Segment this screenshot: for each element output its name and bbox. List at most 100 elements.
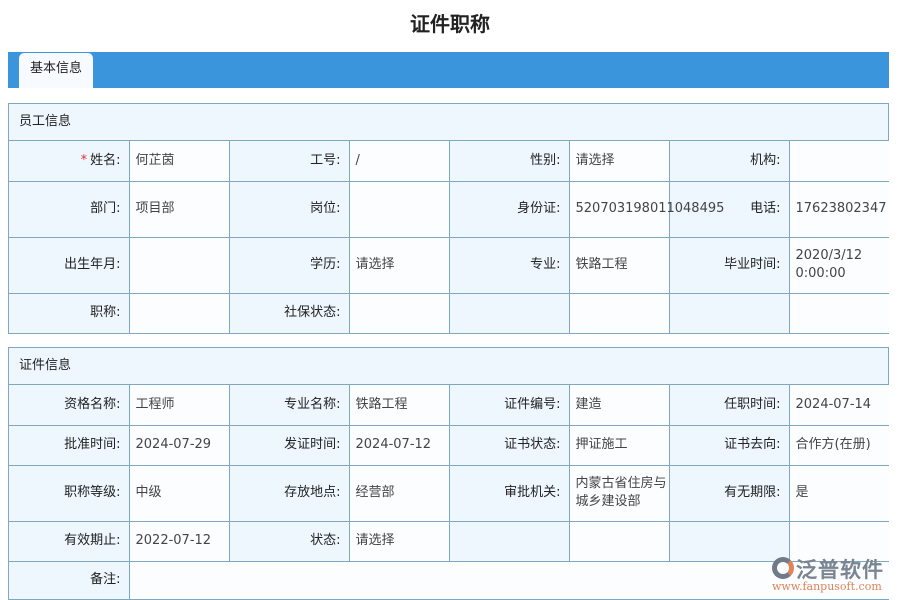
field-value[interactable]: 铁路工程 bbox=[569, 237, 669, 293]
field-label-text: 机构: bbox=[750, 153, 780, 168]
field-label: 审批机关: bbox=[449, 465, 569, 521]
field-label: 批准时间: bbox=[9, 425, 129, 465]
table-row: 资格名称:工程师 专业名称: 铁路工程 证件编号: 建造 任职时间: 2024-07-14 bbox=[9, 385, 889, 425]
field-label: 岗位: bbox=[229, 181, 349, 237]
field-label: 职称等级: bbox=[9, 465, 129, 521]
field-value[interactable]: 铁路工程 bbox=[349, 385, 449, 425]
tab-bar: 基本信息 bbox=[8, 52, 889, 88]
field-label-text: 姓名: bbox=[90, 153, 120, 168]
field-label: 有效期止: bbox=[9, 521, 129, 561]
field-label: 证件编号: bbox=[449, 385, 569, 425]
field-label-text: 社保状态: bbox=[284, 305, 340, 320]
field-label: 有无期限: bbox=[669, 465, 789, 521]
field-value[interactable]: / bbox=[349, 141, 449, 181]
field-label-text: 审批机关: bbox=[504, 485, 560, 500]
field-label: 存放地点: bbox=[229, 465, 349, 521]
field-label: 证书状态: bbox=[449, 425, 569, 465]
field-value[interactable]: 请选择 bbox=[349, 521, 449, 561]
field-label-text: 证件编号: bbox=[504, 397, 560, 412]
field-label-text: 电话: bbox=[750, 201, 780, 216]
field-value[interactable]: 工程师 bbox=[129, 385, 229, 425]
field-label-text: 证书状态: bbox=[504, 437, 560, 452]
field-label-text: 批准时间: bbox=[64, 437, 120, 452]
field-value[interactable] bbox=[349, 293, 449, 333]
field-label: 学历: bbox=[229, 237, 349, 293]
field-label bbox=[449, 293, 569, 333]
field-value[interactable]: 2024-07-12 bbox=[349, 425, 449, 465]
field-label-text: 部门: bbox=[90, 201, 120, 216]
field-label: 专业: bbox=[449, 237, 569, 293]
field-label: 出生年月: bbox=[9, 237, 129, 293]
field-label: 任职时间: bbox=[669, 385, 789, 425]
field-value[interactable] bbox=[349, 181, 449, 237]
field-value[interactable]: 内蒙古省住房与城乡建设部 bbox=[569, 465, 669, 521]
field-label-text: 发证时间: bbox=[284, 437, 340, 452]
field-label-text: 备注: bbox=[90, 572, 120, 587]
field-label: 部门: bbox=[9, 181, 129, 237]
field-label: 性别: bbox=[449, 141, 569, 181]
certificate-info-section: 证件信息 资格名称:工程师 专业名称: 铁路工程 证件编号: 建造 任职时间: 2024-0… bbox=[8, 347, 889, 600]
field-value[interactable]: 经营部 bbox=[349, 465, 449, 521]
table-row: 批准时间: 2024-07-29 发证时间: 2024-07-12 证书状态: 押证施工 证… bbox=[9, 425, 889, 465]
field-label-text: 有无期限: bbox=[724, 485, 780, 500]
field-label: 备注: bbox=[9, 561, 129, 599]
certificate-info-table: 资格名称:工程师专业名称:铁路工程证件编号:建造任职时间:2024-07-14批… bbox=[9, 385, 889, 599]
field-value[interactable] bbox=[569, 293, 669, 333]
field-value[interactable]: 520703198011048495 bbox=[569, 181, 669, 237]
field-label-text: 证书去向: bbox=[724, 437, 780, 452]
field-label-text: 有效期止: bbox=[64, 533, 120, 548]
field-label: 状态: bbox=[229, 521, 349, 561]
section-title: 证件信息 bbox=[9, 348, 888, 385]
field-value[interactable]: 中级 bbox=[129, 465, 229, 521]
section-title: 员工信息 bbox=[9, 104, 888, 141]
field-value[interactable]: 2022-07-12 bbox=[129, 521, 229, 561]
field-label: 职称: bbox=[9, 293, 129, 333]
field-label-text: 工号: bbox=[310, 153, 340, 168]
field-label bbox=[669, 293, 789, 333]
field-label-text: 任职时间: bbox=[724, 397, 780, 412]
field-value[interactable] bbox=[129, 293, 229, 333]
field-value[interactable]: 项目部 bbox=[129, 181, 229, 237]
field-label-text: 毕业时间: bbox=[724, 257, 780, 272]
field-value[interactable]: 是 bbox=[789, 465, 889, 521]
field-value[interactable]: 2020/3/12 0:00:00 bbox=[789, 237, 889, 293]
field-value[interactable]: 2024-07-29 bbox=[129, 425, 229, 465]
table-row: 部门: 项目部 岗位: 身份证: 520703198011048495 电话: 176238… bbox=[9, 181, 889, 237]
employee-info-table: *姓名:何芷茵工号:/性别:请选择机构:部门:项目部岗位:身份证:5207031… bbox=[9, 141, 889, 333]
table-row: 职称: 社保状态: bbox=[9, 293, 889, 333]
fanpusoft-logo: 泛普软件 www.fanpusoft.com bbox=[770, 554, 890, 594]
field-label: *姓名: bbox=[9, 141, 129, 181]
field-value[interactable] bbox=[789, 293, 889, 333]
field-label-text: 专业: bbox=[530, 257, 560, 272]
field-label-text: 存放地点: bbox=[284, 485, 340, 500]
field-value[interactable]: 请选择 bbox=[569, 141, 669, 181]
field-label: 证书去向: bbox=[669, 425, 789, 465]
field-label: 机构: bbox=[669, 141, 789, 181]
field-label-text: 职称: bbox=[90, 305, 120, 320]
field-label-text: 专业名称: bbox=[284, 397, 340, 412]
field-value[interactable] bbox=[789, 141, 889, 181]
field-label-text: 学历: bbox=[310, 257, 340, 272]
field-value[interactable]: 2024-07-14 bbox=[789, 385, 889, 425]
field-label-text: 出生年月: bbox=[64, 257, 120, 272]
field-value[interactable]: 17623802347 bbox=[789, 181, 889, 237]
field-label-text: 岗位: bbox=[310, 201, 340, 216]
table-row: 备注: bbox=[9, 561, 889, 599]
table-row: 职称等级:中级 存放地点: 经营部 审批机关: 内蒙古省住房与城乡建设部 有无期限: 是 bbox=[9, 465, 889, 521]
field-label: 身份证: bbox=[449, 181, 569, 237]
field-label-text: 状态: bbox=[310, 533, 340, 548]
tab-basic-info[interactable]: 基本信息 bbox=[19, 53, 93, 88]
field-value[interactable]: 何芷茵 bbox=[129, 141, 229, 181]
field-value[interactable]: 押证施工 bbox=[569, 425, 669, 465]
logo-mark-icon bbox=[772, 557, 794, 579]
field-value[interactable]: 请选择 bbox=[349, 237, 449, 293]
table-row: 有效期止: 2022-07-12 状态: 请选择 bbox=[9, 521, 889, 561]
field-label: 资格名称: bbox=[9, 385, 129, 425]
field-label: 社保状态: bbox=[229, 293, 349, 333]
field-label: 发证时间: bbox=[229, 425, 349, 465]
field-value[interactable] bbox=[129, 237, 229, 293]
field-value[interactable]: 建造 bbox=[569, 385, 669, 425]
field-label-text: 身份证: bbox=[517, 201, 560, 216]
field-value[interactable]: 合作方(在册) bbox=[789, 425, 889, 465]
field-value[interactable] bbox=[569, 521, 669, 561]
